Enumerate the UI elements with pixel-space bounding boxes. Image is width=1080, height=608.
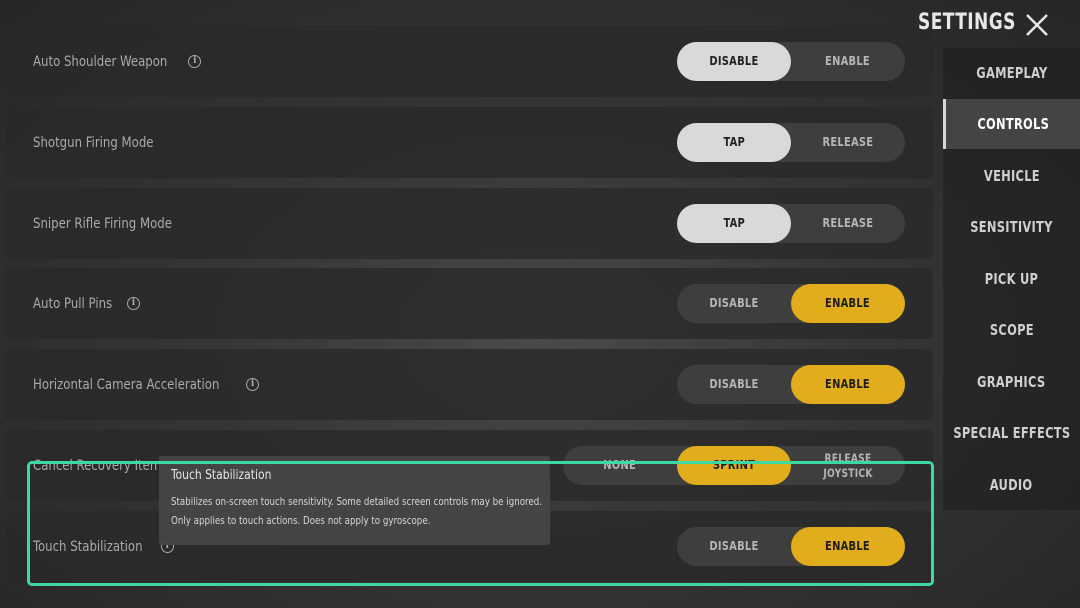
- setting-label: Auto Shoulder Weapon i: [33, 26, 202, 97]
- setting-row-auto-shoulder-weapon: Auto Shoulder Weapon i DISABLE ENABLE: [5, 26, 933, 97]
- sidebar-item-controls[interactable]: CONTROLS: [943, 99, 1080, 149]
- sidebar-item-gameplay[interactable]: GAMEPLAY: [943, 48, 1080, 98]
- setting-row-sniper-rifle-firing-mode: Sniper Rifle Firing Mode TAP RELEASE: [5, 188, 933, 259]
- tooltip-body: Stabilizes on-screen touch sensitivity. …: [171, 496, 543, 527]
- toggle-cancel-recovery-item[interactable]: NONE SPRINT RELEASE JOYSTICK: [563, 446, 905, 485]
- option-tap[interactable]: TAP: [677, 123, 791, 162]
- sidebar-item-pick-up[interactable]: PICK UP: [943, 254, 1080, 304]
- page-title: SETTINGS: [918, 10, 1016, 35]
- sidebar-item-graphics[interactable]: GRAPHICS: [943, 357, 1080, 407]
- toggle-auto-shoulder-weapon[interactable]: DISABLE ENABLE: [677, 42, 905, 81]
- option-disable[interactable]: DISABLE: [677, 365, 791, 404]
- sidebar-item-vehicle[interactable]: VEHICLE: [943, 151, 1080, 201]
- setting-label: Touch Stabilization i: [33, 511, 174, 582]
- option-release-joystick[interactable]: RELEASE JOYSTICK: [791, 446, 905, 485]
- info-icon[interactable]: i: [246, 378, 260, 391]
- setting-row-horizontal-camera-acceleration: Horizontal Camera Acceleration i DISABLE …: [5, 349, 933, 420]
- sidebar-item-audio[interactable]: AUDIO: [943, 460, 1080, 510]
- close-icon[interactable]: [1022, 10, 1052, 40]
- option-disable[interactable]: DISABLE: [677, 42, 791, 81]
- setting-label: Sniper Rifle Firing Mode: [33, 215, 172, 232]
- info-tooltip: Touch Stabilization Stabilizes on-screen…: [159, 456, 550, 545]
- setting-label: Auto Pull Pins i: [33, 268, 140, 339]
- option-enable[interactable]: ENABLE: [791, 365, 905, 404]
- tooltip-title: Touch Stabilization: [171, 468, 272, 483]
- sidebar-item-scope[interactable]: SCOPE: [943, 305, 1080, 355]
- option-disable[interactable]: DISABLE: [677, 284, 791, 323]
- option-enable[interactable]: ENABLE: [791, 284, 905, 323]
- toggle-shotgun-firing-mode[interactable]: TAP RELEASE: [677, 123, 905, 162]
- setting-label: Shotgun Firing Mode: [33, 134, 154, 151]
- toggle-horizontal-camera-acceleration[interactable]: DISABLE ENABLE: [677, 365, 905, 404]
- sidebar-item-sensitivity[interactable]: SENSITIVITY: [943, 202, 1080, 252]
- toggle-auto-pull-pins[interactable]: DISABLE ENABLE: [677, 284, 905, 323]
- setting-label: Cancel Recovery Item: [33, 457, 162, 474]
- option-release[interactable]: RELEASE: [791, 123, 905, 162]
- sidebar-item-special-effects[interactable]: SPECIAL EFFECTS: [943, 408, 1080, 458]
- option-none[interactable]: NONE: [563, 446, 677, 485]
- option-tap[interactable]: TAP: [677, 204, 791, 243]
- toggle-sniper-rifle-firing-mode[interactable]: TAP RELEASE: [677, 204, 905, 243]
- option-enable[interactable]: ENABLE: [791, 42, 905, 81]
- option-disable[interactable]: DISABLE: [677, 527, 791, 566]
- option-release[interactable]: RELEASE: [791, 204, 905, 243]
- option-enable[interactable]: ENABLE: [791, 527, 905, 566]
- info-icon[interactable]: i: [188, 55, 202, 68]
- setting-row-auto-pull-pins: Auto Pull Pins i DISABLE ENABLE: [5, 268, 933, 339]
- info-icon[interactable]: i: [126, 297, 140, 310]
- toggle-touch-stabilization[interactable]: DISABLE ENABLE: [677, 527, 905, 566]
- option-sprint[interactable]: SPRINT: [677, 446, 791, 485]
- setting-row-shotgun-firing-mode: Shotgun Firing Mode TAP RELEASE: [5, 107, 933, 178]
- setting-label: Horizontal Camera Acceleration i: [33, 349, 260, 420]
